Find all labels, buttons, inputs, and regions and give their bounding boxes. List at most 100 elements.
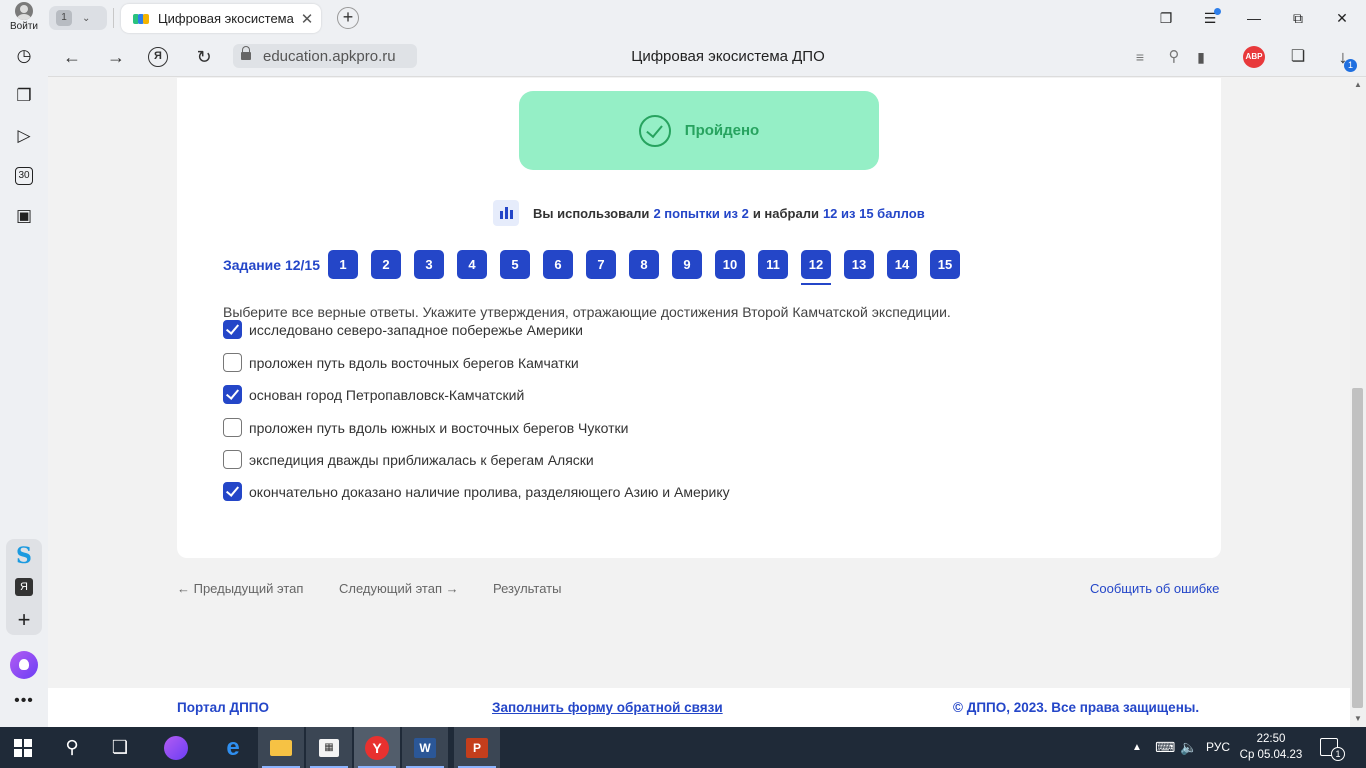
checkbox-unchecked-icon[interactable] <box>223 450 242 469</box>
forward-arrow-icon[interactable]: → <box>101 37 131 77</box>
translate-icon[interactable]: ⚲ <box>1159 37 1189 77</box>
page-viewport: Пройдено Вы использовали 2 попытки из 2 … <box>48 78 1350 727</box>
scroll-down-icon[interactable]: ▼ <box>1353 714 1363 723</box>
checkbox-unchecked-icon[interactable] <box>223 418 242 437</box>
back-arrow-icon[interactable]: ← <box>57 37 87 77</box>
bar-chart-icon <box>493 200 519 226</box>
answer-option[interactable]: окончательно доказано наличие пролива, р… <box>223 482 730 501</box>
close-tab-icon[interactable]: ✕ <box>297 10 317 28</box>
store-icon[interactable]: ▦ <box>306 727 352 768</box>
task-button-2[interactable]: 2 <box>371 250 402 279</box>
network-icon[interactable]: ⌨ <box>1155 727 1175 768</box>
answer-label: проложен путь вдоль южных и восточных бе… <box>249 419 629 436</box>
clock-date: Ср 05.04.23 <box>1239 749 1303 761</box>
bookmark-icon[interactable]: ▮ <box>1186 37 1216 77</box>
task-button-10[interactable]: 10 <box>715 250 746 279</box>
page-title: Цифровая экосистема ДПО <box>631 48 825 65</box>
browser-sidebar: ◷ ❐ ▷ 30 ▣ S Я + ••• <box>0 37 48 727</box>
menu-icon[interactable]: ☰ <box>1188 0 1232 37</box>
restore-button[interactable]: ⧉ <box>1276 0 1320 37</box>
scroll-up-icon[interactable]: ▲ <box>1353 80 1363 89</box>
task-button-5[interactable]: 5 <box>500 250 531 279</box>
question-text: Выберите все верные ответы. Укажите утве… <box>223 304 951 320</box>
edge-browser-icon[interactable]: e <box>210 727 256 768</box>
checkbox-checked-icon[interactable] <box>223 482 242 501</box>
answer-option[interactable]: исследовано северо-западное побережье Ам… <box>223 320 583 339</box>
report-error-link[interactable]: Сообщить об ошибке <box>1090 581 1219 596</box>
add-app-icon[interactable]: + <box>13 607 35 633</box>
tray-expand-icon[interactable]: ▲ <box>1132 727 1142 768</box>
passed-banner: Пройдено <box>519 91 879 170</box>
yandex-icon[interactable]: Я <box>148 47 168 67</box>
next-stage-link[interactable]: Следующий этап → <box>339 581 459 596</box>
close-window-button[interactable]: ✕ <box>1320 0 1364 37</box>
url-text: education.apkpro.ru <box>263 47 396 65</box>
adblock-extension-icon[interactable]: ABP <box>1243 46 1265 68</box>
tab-group-button[interactable]: 1 ⌄ <box>49 6 107 30</box>
task-button-4[interactable]: 4 <box>457 250 488 279</box>
task-button-1[interactable]: 1 <box>328 250 359 279</box>
extensions-icon[interactable]: ❏ <box>1283 37 1313 77</box>
alice-taskbar-icon[interactable] <box>153 727 199 768</box>
browser-tab[interactable]: Цифровая экосистема ДПО ✕ <box>121 4 321 33</box>
task-button-8[interactable]: 8 <box>629 250 660 279</box>
notification-center-icon[interactable]: 1 <box>1320 738 1345 761</box>
volume-icon[interactable]: 🔈 <box>1180 727 1197 768</box>
collections-icon[interactable]: ❐ <box>12 84 36 108</box>
profile-button[interactable]: Войти <box>4 2 44 36</box>
new-tab-button[interactable]: + <box>337 7 359 29</box>
collections-icon[interactable]: ❐ <box>1144 0 1188 37</box>
answer-option[interactable]: основан город Петропавловск-Камчатский <box>223 385 524 404</box>
task-button-14[interactable]: 14 <box>887 250 918 279</box>
windows-taskbar: ⚲ ❏ e ▦ Y W P ▲ ⌨ 🔈 РУС 22:50 Ср 05.04.2… <box>0 727 1366 768</box>
task-button-13[interactable]: 13 <box>844 250 875 279</box>
results-link[interactable]: Результаты <box>493 581 561 596</box>
more-dots-icon[interactable]: ••• <box>12 692 36 710</box>
task-view-icon[interactable]: ❏ <box>97 727 143 768</box>
page-footer: Портал ДППО Заполнить форму обратной свя… <box>48 688 1350 727</box>
task-button-9[interactable]: 9 <box>672 250 703 279</box>
user-icon <box>15 2 33 20</box>
file-explorer-icon[interactable] <box>258 727 304 768</box>
calendar-icon[interactable]: 30 <box>15 167 33 185</box>
feedback-form-link[interactable]: Заполнить форму обратной связи <box>492 700 723 715</box>
scrollbar-thumb[interactable] <box>1352 388 1363 708</box>
checkbox-unchecked-icon[interactable] <box>223 353 242 372</box>
download-badge: 1 <box>1344 59 1357 72</box>
task-button-6[interactable]: 6 <box>543 250 574 279</box>
task-button-11[interactable]: 11 <box>758 250 789 279</box>
minimize-button[interactable]: — <box>1232 0 1276 37</box>
language-indicator[interactable]: РУС <box>1206 727 1230 768</box>
screenshot-camera-icon[interactable]: ▣ <box>12 204 36 228</box>
app-s-icon[interactable]: S <box>14 543 34 569</box>
portal-link[interactable]: Портал ДППО <box>177 700 269 715</box>
browser-navbar: ← → Я ↻ education.apkpro.ru Цифровая эко… <box>48 37 1366 77</box>
search-icon[interactable]: ⚲ <box>49 727 95 768</box>
page-scrollbar[interactable]: ▲ ▼ <box>1350 78 1366 727</box>
reader-mode-icon[interactable]: ≡ <box>1125 37 1155 77</box>
system-clock[interactable]: 22:50 Ср 05.04.23 <box>1236 731 1306 763</box>
history-clock-icon[interactable]: ◷ <box>12 44 36 68</box>
answer-option[interactable]: проложен путь вдоль южных и восточных бе… <box>223 418 629 437</box>
yandex-app-icon[interactable]: Я <box>15 578 33 596</box>
task-button-12[interactable]: 12 <box>801 250 832 285</box>
answer-option[interactable]: проложен путь вдоль восточных берегов Ка… <box>223 353 579 372</box>
task-button-3[interactable]: 3 <box>414 250 445 279</box>
video-play-icon[interactable]: ▷ <box>12 124 36 148</box>
powerpoint-icon[interactable]: P <box>454 727 500 768</box>
address-bar[interactable]: education.apkpro.ru <box>233 44 417 68</box>
start-button[interactable] <box>0 727 46 768</box>
yandex-browser-icon[interactable]: Y <box>354 727 400 768</box>
prev-stage-link[interactable]: ← Предыдущий этап <box>177 581 303 596</box>
checkbox-checked-icon[interactable] <box>223 385 242 404</box>
answer-label: основан город Петропавловск-Камчатский <box>249 386 525 403</box>
word-icon[interactable]: W <box>402 727 448 768</box>
task-button-7[interactable]: 7 <box>586 250 617 279</box>
task-button-15[interactable]: 15 <box>930 250 961 279</box>
reload-icon[interactable]: ↻ <box>189 37 219 77</box>
stats-middle: и набрали <box>752 205 819 221</box>
site-favicon-icon <box>133 13 149 24</box>
answer-option[interactable]: экспедиция дважды приближалась к берегам… <box>223 450 594 469</box>
checkbox-checked-icon[interactable] <box>223 320 242 339</box>
alice-assistant-icon[interactable] <box>10 651 38 679</box>
